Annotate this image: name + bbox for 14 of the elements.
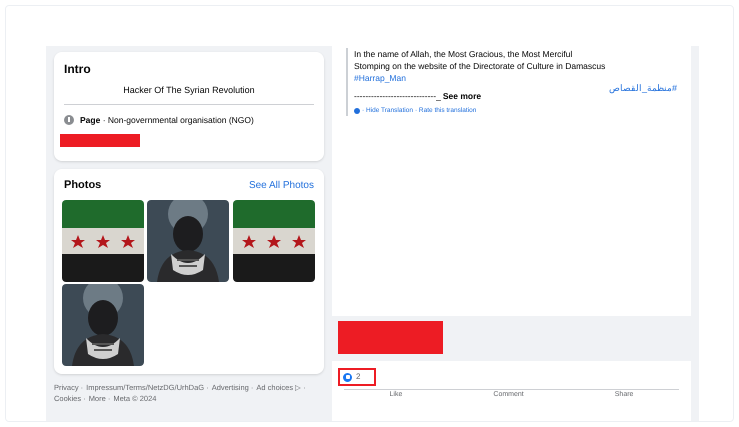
bio-text: Hacker Of The Syrian Revolution [64, 84, 314, 104]
post-text: Stomping on the website of the Directorate of Culture in Damascus [354, 60, 606, 72]
see-all-photos-link[interactable]: See All Photos [248, 178, 314, 193]
see-more-link[interactable]: See more [442, 90, 482, 103]
card-title: Intro [64, 61, 92, 78]
reaction-count: 2 [356, 371, 360, 383]
info-icon [64, 114, 74, 125]
card-title: Photos [64, 178, 102, 194]
arabic-hashtag-link[interactable]: #منظمة_القصاص [608, 82, 677, 116]
dashes-text: -----------------------------_ [354, 90, 441, 103]
like-icon [343, 372, 352, 382]
category-text: Page · Non-governmental organisation (NGO) [80, 114, 254, 126]
hashtag-link[interactable]: #Harrap_Man [354, 72, 609, 84]
post-text: In the name of Allah, the Most Gracious, the Most Merciful [354, 48, 574, 60]
